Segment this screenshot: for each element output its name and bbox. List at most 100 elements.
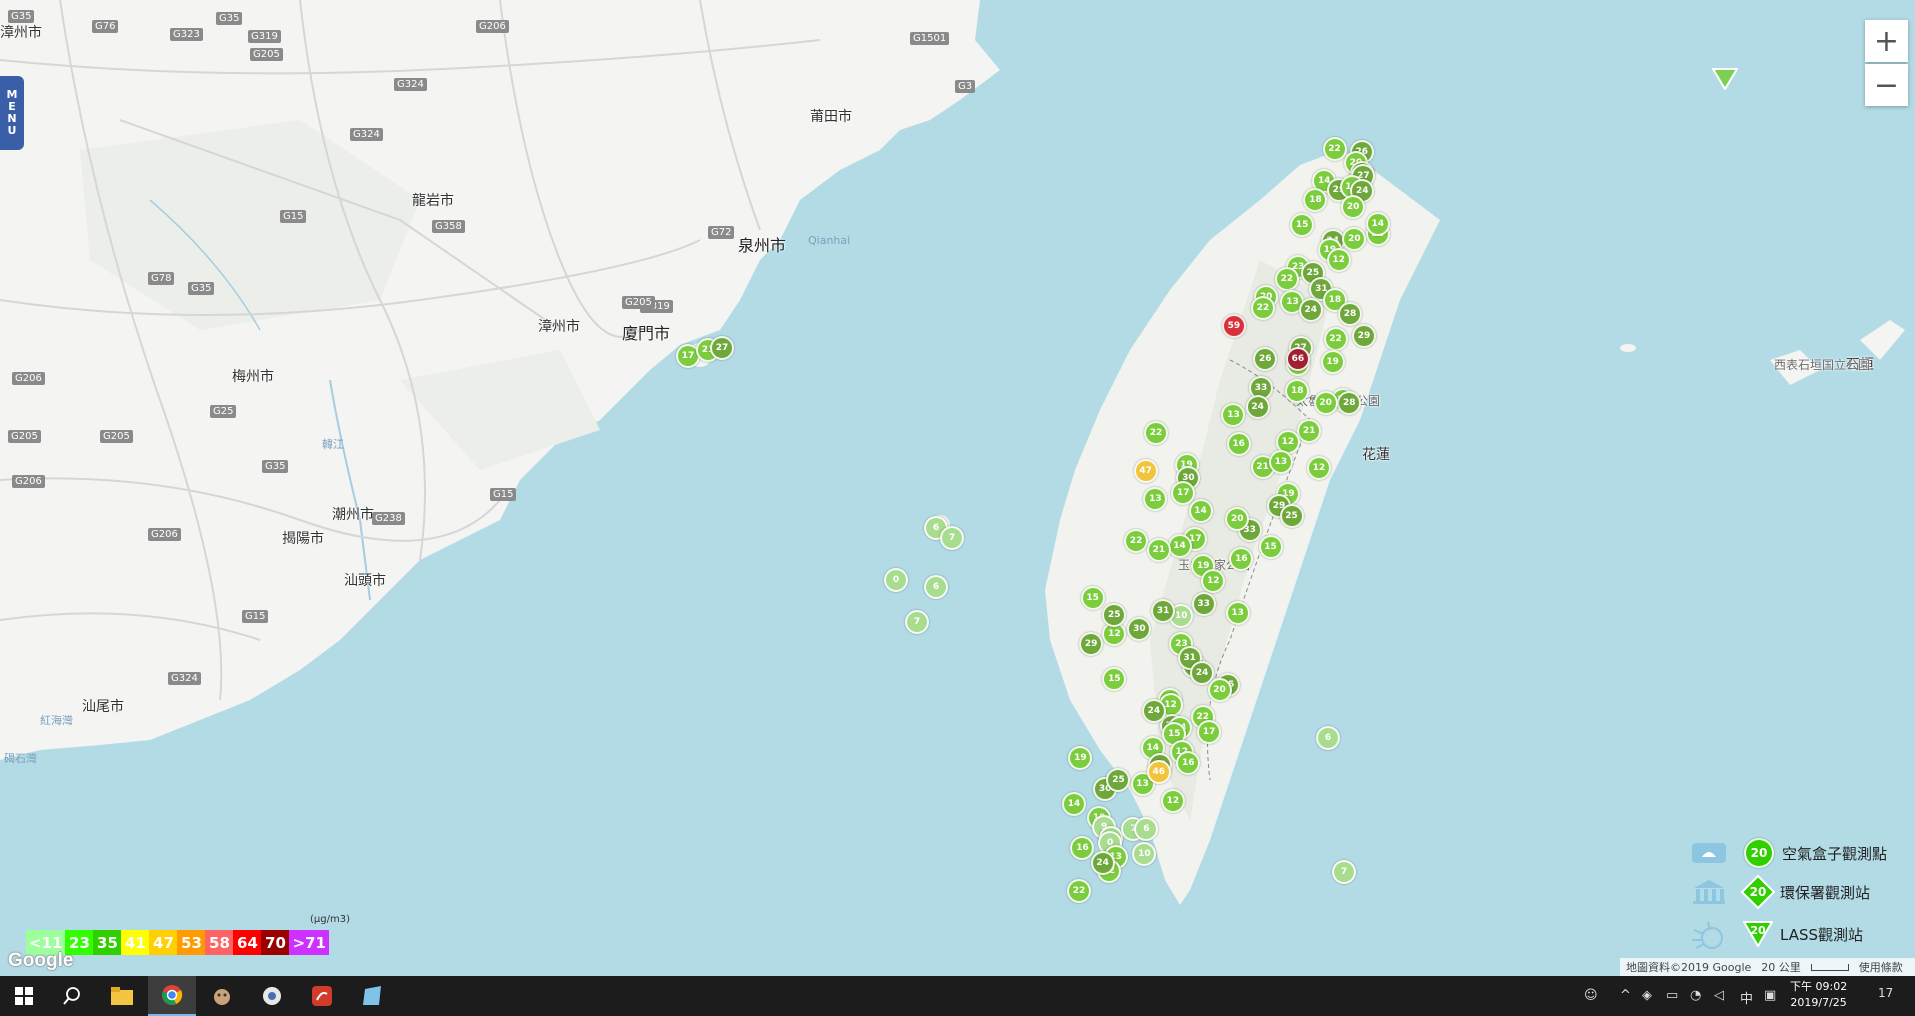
sensor-marker[interactable]: 19 xyxy=(1320,350,1345,375)
sensor-marker[interactable]: 12 xyxy=(1326,247,1351,272)
sensor-marker[interactable]: 15 xyxy=(1290,212,1315,237)
sensor-marker[interactable]: 15 xyxy=(1080,585,1105,610)
chevron-up-icon[interactable]: ^ xyxy=(1620,988,1631,1003)
road-label: G15 xyxy=(242,610,269,623)
sensor-marker[interactable]: 14 xyxy=(1167,533,1192,558)
taskbar-app-6[interactable] xyxy=(298,976,346,1016)
sensor-marker[interactable]: 15 xyxy=(1258,535,1283,560)
road-label: G25 xyxy=(210,405,237,418)
sketchup-icon xyxy=(312,986,332,1006)
zoom-in-button[interactable]: + xyxy=(1865,20,1908,62)
sensor-marker[interactable]: 20 xyxy=(1207,677,1232,702)
taskbar-explorer[interactable] xyxy=(98,976,146,1016)
sensor-marker[interactable]: 13 xyxy=(1268,449,1293,474)
sensor-marker[interactable]: 15 xyxy=(1102,666,1127,691)
network-icon[interactable]: ◔ xyxy=(1690,988,1701,1003)
sensor-marker[interactable]: 14 xyxy=(1365,211,1390,236)
sensor-marker[interactable]: 24 xyxy=(1245,395,1270,420)
menu-button[interactable]: MENU xyxy=(0,76,24,150)
windows-start-button[interactable] xyxy=(0,976,48,1016)
sensor-marker[interactable]: 33 xyxy=(1191,591,1216,616)
sensor-marker[interactable]: 10 xyxy=(1132,841,1157,866)
place-label: 泉州市 xyxy=(738,236,787,255)
road-label: G76 xyxy=(92,20,119,33)
search-button[interactable] xyxy=(48,976,96,1016)
sensor-marker[interactable]: 28 xyxy=(1338,302,1363,327)
sensor-marker[interactable]: 20 xyxy=(1313,391,1338,415)
sensor-marker[interactable]: 25 xyxy=(1279,503,1304,528)
legend-level: 58 xyxy=(205,930,234,955)
sensor-marker[interactable]: 6 xyxy=(1316,726,1340,750)
terms-link[interactable]: 使用條款 xyxy=(1859,959,1903,975)
lass-marker[interactable] xyxy=(1712,68,1738,90)
sensor-marker[interactable]: 20 xyxy=(1341,195,1366,220)
legend-level: 41 xyxy=(121,930,150,955)
taskbar-app-7[interactable] xyxy=(348,976,396,1016)
sensor-marker[interactable]: 14 xyxy=(1188,498,1213,523)
legend-level: 35 xyxy=(93,930,122,955)
sensor-marker[interactable]: 27 xyxy=(710,336,734,360)
sensor-marker[interactable]: 16 xyxy=(1229,546,1254,571)
sensor-marker[interactable]: 29 xyxy=(1351,324,1376,349)
type-airbox[interactable]: 20 空氣盒子觀測點 xyxy=(1690,838,1887,868)
road-label: G205 xyxy=(100,430,133,443)
volume-icon[interactable]: ◁ xyxy=(1714,988,1724,1003)
place-label: 韓江 xyxy=(322,438,344,451)
mascot-icon xyxy=(214,989,230,1005)
road-label: G323 xyxy=(170,28,203,41)
sensor-marker[interactable]: 22 xyxy=(1067,878,1092,903)
type-label: LASS觀測站 xyxy=(1780,925,1864,944)
taskbar: ☺ ^ ◈ ▭ ◔ ◁ 中 ▣ 下午 09:02 2019/7/25 17 xyxy=(0,976,1915,1016)
type-lass[interactable]: 20 LASS觀測站 xyxy=(1690,918,1863,950)
road-label: G206 xyxy=(12,372,45,385)
road-label: G324 xyxy=(168,672,201,685)
sensor-marker[interactable]: 22 xyxy=(1143,420,1168,445)
road-label: G1501 xyxy=(910,32,950,45)
people-icon[interactable]: ☺ xyxy=(1584,988,1598,1003)
sensor-marker[interactable]: 14 xyxy=(1062,791,1087,816)
road-label: G35 xyxy=(262,460,289,473)
map-canvas[interactable]: 漳州市 龍岩市 莆田市 泉州市 Qianhai 漳州市 廈門市 梅州市 韓江 潮… xyxy=(0,0,1915,976)
place-label: 漳州市 xyxy=(538,319,580,335)
search-icon xyxy=(63,987,80,1005)
type-epa[interactable]: 20 環保署觀測站 xyxy=(1690,875,1870,909)
sensor-marker[interactable]: 7 xyxy=(940,526,964,550)
sensor-marker[interactable]: 0 xyxy=(884,568,908,592)
epa-building-icon xyxy=(1693,880,1725,904)
sensor-marker[interactable]: 7 xyxy=(1332,860,1356,884)
sensor-marker[interactable]: 22 xyxy=(1250,295,1275,320)
sensor-marker[interactable]: 47 xyxy=(1133,459,1158,484)
security-icon[interactable]: ◈ xyxy=(1642,988,1652,1003)
type-sample-value: 20 xyxy=(1750,924,1766,937)
map-data-credit: 地圖資料©2019 Google xyxy=(1626,961,1752,974)
taskbar-chrome[interactable] xyxy=(148,976,196,1016)
place-label: 潮州市 xyxy=(332,507,374,523)
sensor-marker[interactable]: 7 xyxy=(905,610,929,634)
sensor-marker[interactable]: 12 xyxy=(1160,789,1185,814)
legend-unit: (μg/m3) xyxy=(310,914,350,925)
map-attribution: 地圖資料©2019 Google 20 公里 使用條款 xyxy=(1620,958,1915,976)
battery-icon[interactable]: ▭ xyxy=(1666,988,1678,1003)
sensor-marker[interactable]: 16 xyxy=(1226,432,1251,457)
sensor-marker[interactable]: 66 xyxy=(1285,346,1310,371)
clock-date: 2019/7/25 xyxy=(1790,996,1847,1009)
zoom-out-button[interactable]: − xyxy=(1865,64,1908,106)
keyboard-icon[interactable]: ▣ xyxy=(1764,988,1776,1003)
notification-count[interactable]: 17 xyxy=(1878,986,1893,1000)
sensor-marker[interactable]: 21 xyxy=(1146,537,1171,562)
sensor-marker[interactable]: 16 xyxy=(1176,750,1201,775)
sensor-marker[interactable]: 22 xyxy=(1322,136,1347,161)
legend-level: >71 xyxy=(289,930,329,955)
clock[interactable]: 下午 09:02 2019/7/25 xyxy=(1790,979,1847,1011)
sensor-marker[interactable]: 59 xyxy=(1221,313,1246,338)
ime-indicator[interactable]: 中 xyxy=(1740,988,1753,1007)
sensor-marker[interactable]: 12 xyxy=(1306,456,1331,481)
taskbar-app-4[interactable] xyxy=(198,976,246,1016)
sensor-marker[interactable]: 22 xyxy=(1323,327,1348,352)
sensor-marker[interactable]: 46 xyxy=(1146,759,1171,784)
sensor-marker[interactable]: 6 xyxy=(924,575,948,599)
sensor-marker[interactable]: 24 xyxy=(1298,297,1323,322)
sensor-marker[interactable]: 24 xyxy=(1090,851,1115,876)
road-label: G3 xyxy=(955,80,976,93)
taskbar-app-5[interactable] xyxy=(248,976,296,1016)
